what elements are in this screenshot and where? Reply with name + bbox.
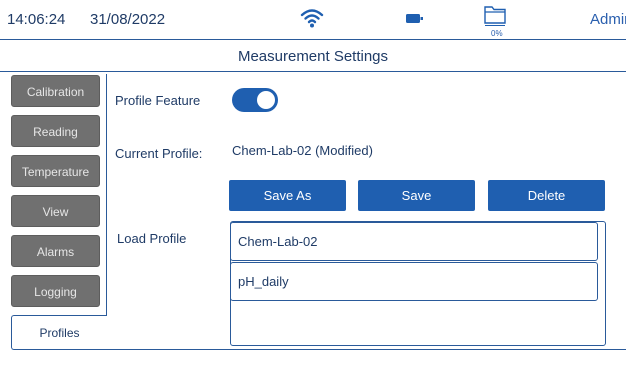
storage-percent: 0% [491, 29, 503, 38]
tab-calibration[interactable]: Calibration [11, 75, 100, 107]
tab-temperature[interactable]: Temperature [11, 155, 100, 187]
tab-view[interactable]: View [11, 195, 100, 227]
clock-date: 31/08/2022 [90, 11, 166, 28]
tab-alarms[interactable]: Alarms [11, 235, 100, 267]
save-as-button[interactable]: Save As [229, 180, 346, 211]
current-user[interactable]: Admin [590, 11, 626, 28]
tab-profiles[interactable]: Profiles [11, 315, 107, 350]
save-button[interactable]: Save [358, 180, 475, 211]
status-bar: 14:06:24 31/08/2022 0% Admin [0, 0, 626, 40]
clock-time: 14:06:24 [7, 11, 66, 28]
battery-icon [406, 14, 423, 23]
current-profile-label: Current Profile: [115, 146, 203, 161]
tab-logging[interactable]: Logging [11, 275, 100, 307]
toggle-knob [257, 91, 275, 109]
list-item[interactable]: pH_daily [230, 262, 598, 301]
current-profile-value: Chem-Lab-02 (Modified) [232, 143, 373, 158]
page-title: Measurement Settings [237, 48, 389, 65]
profile-feature-toggle[interactable] [232, 88, 278, 112]
list-item[interactable]: Chem-Lab-02 [230, 222, 598, 261]
profile-feature-label: Profile Feature [115, 93, 201, 108]
title-bar: Measurement Settings [0, 40, 626, 72]
delete-button[interactable]: Delete [488, 180, 605, 211]
load-profile-label: Load Profile [117, 231, 187, 246]
wifi-icon [300, 9, 324, 28]
tab-reading[interactable]: Reading [11, 115, 100, 147]
